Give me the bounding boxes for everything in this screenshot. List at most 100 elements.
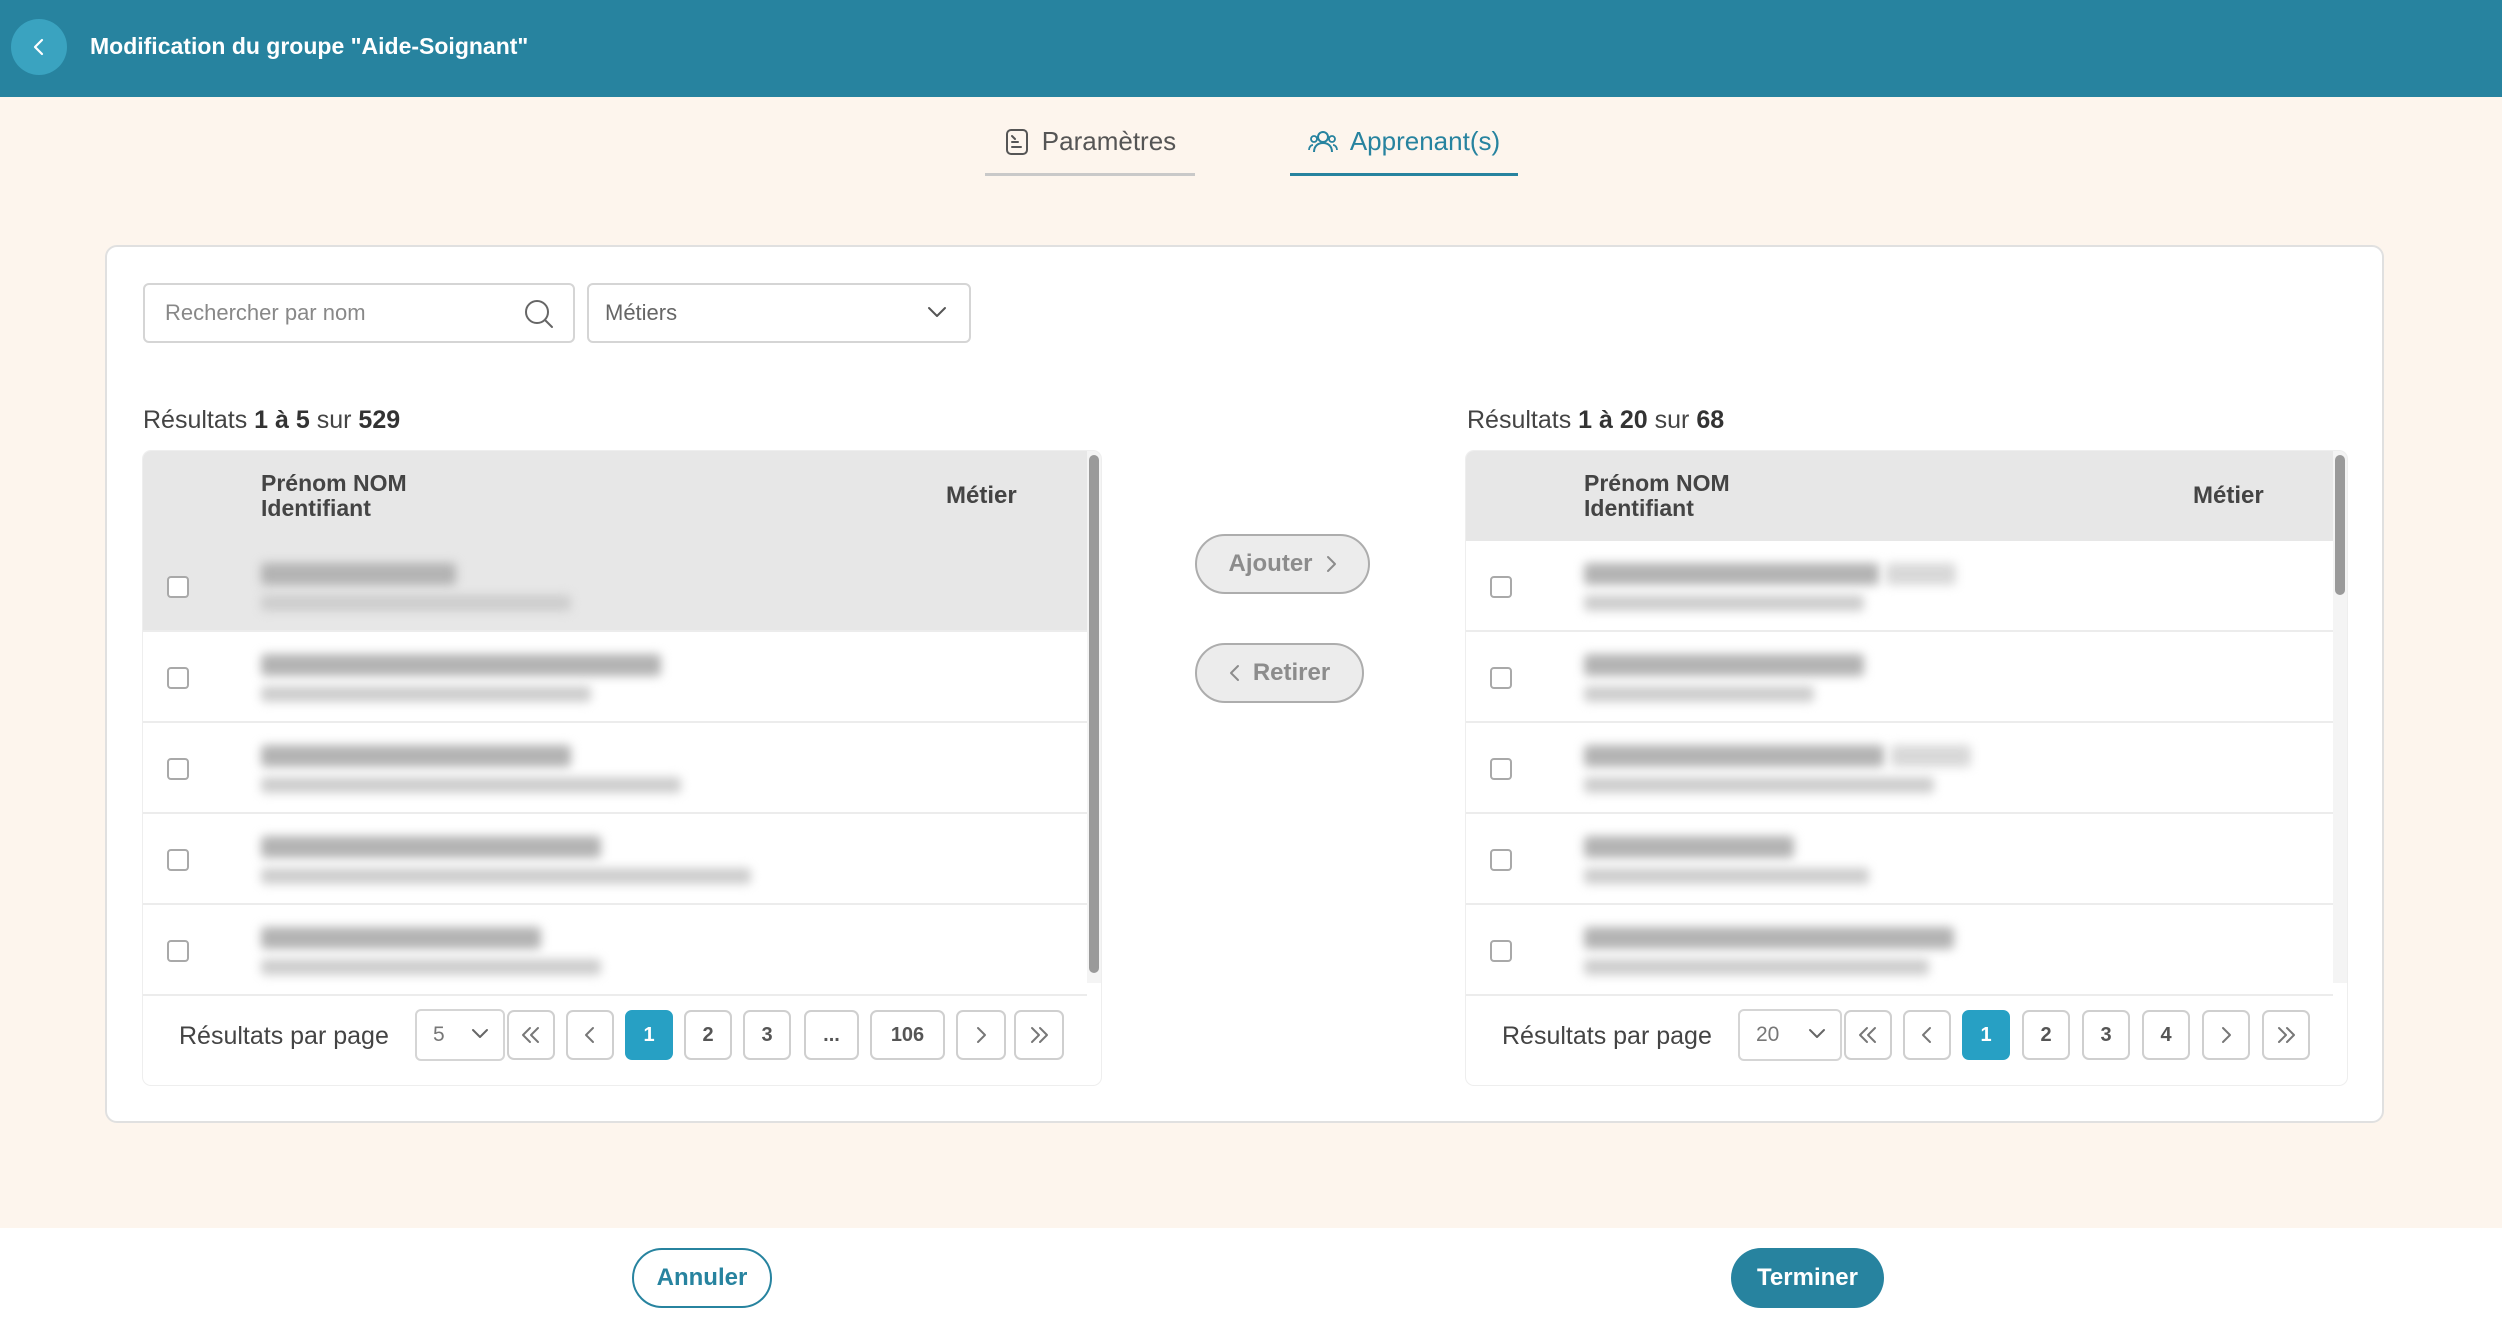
- table-row[interactable]: [143, 541, 1087, 632]
- table-row[interactable]: [143, 814, 1087, 905]
- right-results-of: sur: [1654, 406, 1690, 434]
- blurred-name: [261, 563, 456, 585]
- table-row[interactable]: [1466, 632, 2333, 723]
- chevron-down-icon: [472, 1029, 488, 1038]
- blurred-name: [261, 927, 541, 949]
- column-header-name-line1: Prénom NOM: [261, 470, 407, 496]
- scrollbar-thumb[interactable]: [1089, 455, 1099, 973]
- page-button-last[interactable]: 106: [870, 1010, 945, 1060]
- page-ellipsis[interactable]: ...: [804, 1010, 859, 1060]
- blurred-identifier: [261, 959, 601, 975]
- row-checkbox[interactable]: [1490, 667, 1512, 689]
- page-button-4[interactable]: 4: [2142, 1010, 2190, 1060]
- right-results-total: 68: [1696, 406, 1725, 434]
- per-page-select[interactable]: 5: [415, 1009, 505, 1061]
- next-page-button[interactable]: [2202, 1010, 2250, 1060]
- blurred-name: [261, 654, 661, 676]
- blurred-name: [1584, 836, 1794, 858]
- tab-parametres[interactable]: Paramètres: [985, 110, 1195, 176]
- scrollbar-thumb[interactable]: [2335, 455, 2345, 595]
- table-row[interactable]: [1466, 723, 2333, 814]
- page-button-3[interactable]: 3: [2082, 1010, 2130, 1060]
- next-page-button[interactable]: [956, 1010, 1006, 1060]
- last-page-button[interactable]: [1014, 1010, 1064, 1060]
- left-results-range: 1 à 5: [254, 406, 310, 434]
- page-button-2[interactable]: 2: [2022, 1010, 2070, 1060]
- column-header-name-line2: Identifiant: [261, 495, 371, 521]
- row-checkbox[interactable]: [167, 940, 189, 962]
- table-row[interactable]: [143, 632, 1087, 723]
- chevron-right-icon: [2222, 1027, 2231, 1043]
- row-checkbox[interactable]: [1490, 576, 1512, 598]
- page-button-1[interactable]: 1: [625, 1010, 673, 1060]
- blurred-identifier: [1584, 777, 1934, 793]
- users-icon: [1307, 130, 1338, 152]
- search-field: [143, 283, 575, 343]
- chevron-left-icon: [33, 38, 44, 56]
- column-header-name-line2: Identifiant: [1584, 495, 1694, 521]
- table-row[interactable]: [143, 723, 1087, 814]
- blurred-name: [1584, 745, 1884, 767]
- prev-page-button[interactable]: [566, 1010, 614, 1060]
- left-results-summary: Résultats 1 à 5 sur 529: [143, 406, 400, 435]
- column-header-name-line1: Prénom NOM: [1584, 470, 1730, 496]
- prev-page-button[interactable]: [1903, 1010, 1951, 1060]
- blurred-identifier: [261, 686, 591, 702]
- page-button-3[interactable]: 3: [743, 1010, 791, 1060]
- blurred-identifier: [261, 868, 751, 884]
- table-row[interactable]: [1466, 814, 2333, 905]
- first-page-button[interactable]: [1844, 1010, 1892, 1060]
- row-checkbox[interactable]: [1490, 940, 1512, 962]
- document-icon: [1005, 128, 1028, 155]
- blurred-name: [1584, 927, 1954, 949]
- chevron-down-icon: [1809, 1029, 1825, 1038]
- row-checkbox[interactable]: [1490, 849, 1512, 871]
- page-button-2[interactable]: 2: [684, 1010, 732, 1060]
- first-page-button[interactable]: [507, 1010, 555, 1060]
- left-results-of: sur: [316, 406, 352, 434]
- tab-apprenants[interactable]: Apprenant(s): [1290, 110, 1518, 176]
- finish-button[interactable]: Terminer: [1731, 1248, 1884, 1308]
- blurred-name: [1584, 654, 1864, 676]
- last-page-button[interactable]: [2262, 1010, 2310, 1060]
- row-checkbox[interactable]: [167, 576, 189, 598]
- chevron-left-icon: [585, 1027, 594, 1043]
- remove-button[interactable]: Retirer: [1195, 643, 1364, 703]
- tab-parametres-label: Paramètres: [1041, 126, 1177, 156]
- row-checkbox[interactable]: [1490, 758, 1512, 780]
- table-row[interactable]: [143, 905, 1087, 996]
- remove-button-label: Retirer: [1252, 659, 1331, 686]
- add-button[interactable]: Ajouter: [1195, 534, 1370, 594]
- cancel-button[interactable]: Annuler: [632, 1248, 772, 1308]
- left-pagination: Résultats par page 5 1 2 3 ... 106: [143, 1006, 1101, 1066]
- row-checkbox[interactable]: [167, 667, 189, 689]
- jobs-select[interactable]: Métiers: [587, 283, 971, 343]
- row-checkbox[interactable]: [167, 849, 189, 871]
- per-page-select[interactable]: 20: [1738, 1009, 1842, 1061]
- top-bar: Modification du groupe "Aide-Soignant": [0, 0, 2502, 97]
- column-header-job: Métier: [2193, 482, 2264, 509]
- tab-apprenants-label: Apprenant(s): [1349, 126, 1501, 156]
- search-icon[interactable]: [523, 298, 555, 330]
- chevron-left-icon: [1229, 665, 1239, 681]
- blurred-identifier: [261, 595, 571, 611]
- per-page-value: 20: [1756, 1023, 1780, 1046]
- double-chevron-right-icon: [2278, 1027, 2295, 1043]
- right-results-range: 1 à 20: [1578, 406, 1648, 434]
- chevron-right-icon: [1326, 556, 1336, 572]
- table-row[interactable]: [1466, 541, 2333, 632]
- blurred-identifier: [261, 777, 681, 793]
- left-results-prefix: Résultats: [143, 406, 248, 434]
- left-table-scrollbar[interactable]: [1087, 451, 1101, 983]
- back-button[interactable]: [11, 19, 67, 75]
- double-chevron-right-icon: [1031, 1027, 1048, 1043]
- right-results-summary: Résultats 1 à 20 sur 68: [1467, 406, 1724, 435]
- per-page-label: Résultats par page: [1502, 1022, 1712, 1050]
- page-button-1[interactable]: 1: [1962, 1010, 2010, 1060]
- chevron-right-icon: [977, 1027, 986, 1043]
- blurred-identifier: [1584, 595, 1864, 611]
- row-checkbox[interactable]: [167, 758, 189, 780]
- right-table-scrollbar[interactable]: [2333, 451, 2347, 983]
- search-input[interactable]: [145, 285, 515, 341]
- table-row[interactable]: [1466, 905, 2333, 996]
